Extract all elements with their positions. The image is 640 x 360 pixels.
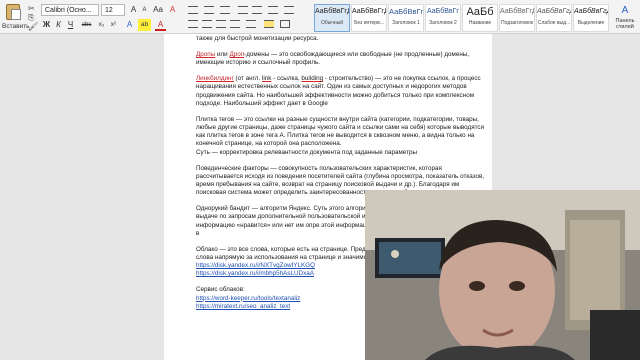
paste-button[interactable]: Вставить (2, 2, 30, 32)
style-name: Название (468, 20, 492, 26)
sort-icon[interactable] (268, 6, 278, 14)
copy-icon[interactable]: ⎘ (28, 13, 38, 22)
style-name: Заголовок 2 (429, 20, 457, 26)
text-effects-button[interactable]: A (124, 19, 135, 31)
align-right-icon[interactable] (216, 20, 226, 28)
font-name-select[interactable]: Calibri (Осно... (41, 4, 99, 16)
strikethrough-button[interactable]: abc (79, 19, 94, 31)
paragraph-drops: Дропы или Дроп-домены — это освобождающи… (196, 51, 486, 67)
styles-pane-label: Панель стилей (615, 18, 635, 30)
text-run: - ссылка, (271, 75, 302, 83)
style-name: Без интерв... (354, 20, 384, 26)
webcam-overlay (365, 190, 640, 360)
webcam-scene-image (365, 190, 640, 360)
ribbon-toolbar: Вставить ✂ ⎘ 🖌 Calibri (Осно... 12 A A А… (0, 0, 640, 34)
format-painter-icon[interactable]: 🖌 (28, 22, 38, 31)
style-sample: АаБбВвГгДд (352, 8, 386, 15)
style-no-spacing[interactable]: АаБбВвГгДд Без интерв... (351, 4, 387, 32)
shrink-font-button[interactable]: A (139, 4, 150, 16)
superscript-button[interactable]: x² (108, 19, 119, 31)
style-name: Подзаголовок (501, 20, 533, 26)
style-name: Выделение (577, 20, 605, 26)
styles-pane-button[interactable]: A Панель стилей (612, 4, 638, 32)
cut-icon[interactable]: ✂ (28, 4, 38, 13)
font-color-button[interactable]: A (155, 19, 166, 31)
term-drops: Дропы (196, 51, 216, 58)
clear-formatting-button[interactable]: A (167, 4, 178, 16)
style-heading-1[interactable]: АаБбВвГг Заголовок 1 (388, 4, 424, 32)
change-case-button[interactable]: Аа (151, 4, 165, 16)
underline-button[interactable]: Ч (65, 19, 76, 31)
style-name: Заголовок 1 (392, 20, 420, 26)
text-run: Плитка тегов — это ссылки на разные сущн… (196, 115, 484, 148)
style-subtle-emphasis[interactable]: АаБбВвГгДд Слабое выд... (536, 4, 572, 32)
clipboard-tools: ✂ ⎘ 🖌 (28, 4, 38, 31)
align-center-icon[interactable] (202, 20, 212, 28)
multilevel-list-icon[interactable] (220, 6, 230, 14)
italic-button[interactable]: К (53, 19, 64, 31)
style-sample: АаБбВвГгД (500, 8, 534, 15)
style-name: Слабое выд... (537, 20, 571, 26)
borders-icon[interactable] (280, 20, 290, 28)
style-title[interactable]: АаБб Название (462, 4, 498, 32)
styles-pane-icon: A (621, 5, 629, 16)
paragraph: также для быстрой монетизации ресурса. (196, 35, 319, 42)
style-sample: АаБб (466, 6, 494, 18)
style-name: Обычный (320, 20, 344, 26)
styles-gallery: АаБбВвГгДд Обычный АаБбВвГгДд Без интерв… (314, 4, 610, 32)
paragraph-linkbuilding: Линкбилдинг (от англ. link - ссылка, bui… (196, 75, 486, 108)
style-emphasis[interactable]: АаБбВвГгДд Выделение (573, 4, 609, 32)
paste-sheet-icon (11, 9, 21, 20)
text-run: (от англ. (233, 75, 262, 83)
style-heading-2[interactable]: АаБбВвГг Заголовок 2 (425, 4, 461, 32)
highlight-button[interactable]: ab (138, 19, 151, 31)
style-sample: АаБбВвГг (427, 8, 459, 15)
line-spacing-icon[interactable] (246, 20, 256, 28)
term-building: building (301, 75, 324, 83)
style-sample: АаБбВвГгДд (574, 8, 608, 15)
paragraph-tag-tiles: Плитка тегов — это ссылки на разные сущн… (196, 116, 486, 157)
show-marks-icon[interactable] (284, 6, 294, 14)
term-linkbuilding: Линкбилдинг (196, 75, 234, 83)
subscript-button[interactable]: x₂ (96, 19, 107, 31)
style-sample: АаБбВвГгДд (537, 8, 571, 15)
justify-icon[interactable] (230, 20, 240, 28)
decrease-indent-icon[interactable] (238, 6, 248, 14)
numbering-icon[interactable] (204, 6, 214, 14)
style-sample: АаБбВвГгДд (315, 8, 349, 15)
shading-icon[interactable] (264, 20, 274, 28)
term-link: link (261, 75, 272, 83)
text-run: или (215, 51, 230, 58)
text-run: Суть — корректировка релевантности докум… (196, 148, 417, 156)
bold-button[interactable]: Ж (41, 19, 52, 31)
style-subtitle[interactable]: АаБбВвГгД Подзаголовок (499, 4, 535, 32)
text-run: Сервис облаков: (196, 286, 245, 294)
align-left-icon[interactable] (188, 20, 198, 28)
increase-indent-icon[interactable] (252, 6, 262, 14)
bullets-icon[interactable] (188, 6, 198, 14)
style-sample: АаБбВвГг (389, 7, 423, 16)
style-normal[interactable]: АаБбВвГгДд Обычный (314, 4, 350, 32)
paste-label: Вставить (2, 23, 30, 30)
term-drop: Дроп (229, 51, 245, 58)
font-size-select[interactable]: 12 (101, 4, 125, 16)
grow-font-button[interactable]: A (128, 4, 139, 16)
paragraph-group (186, 4, 306, 32)
